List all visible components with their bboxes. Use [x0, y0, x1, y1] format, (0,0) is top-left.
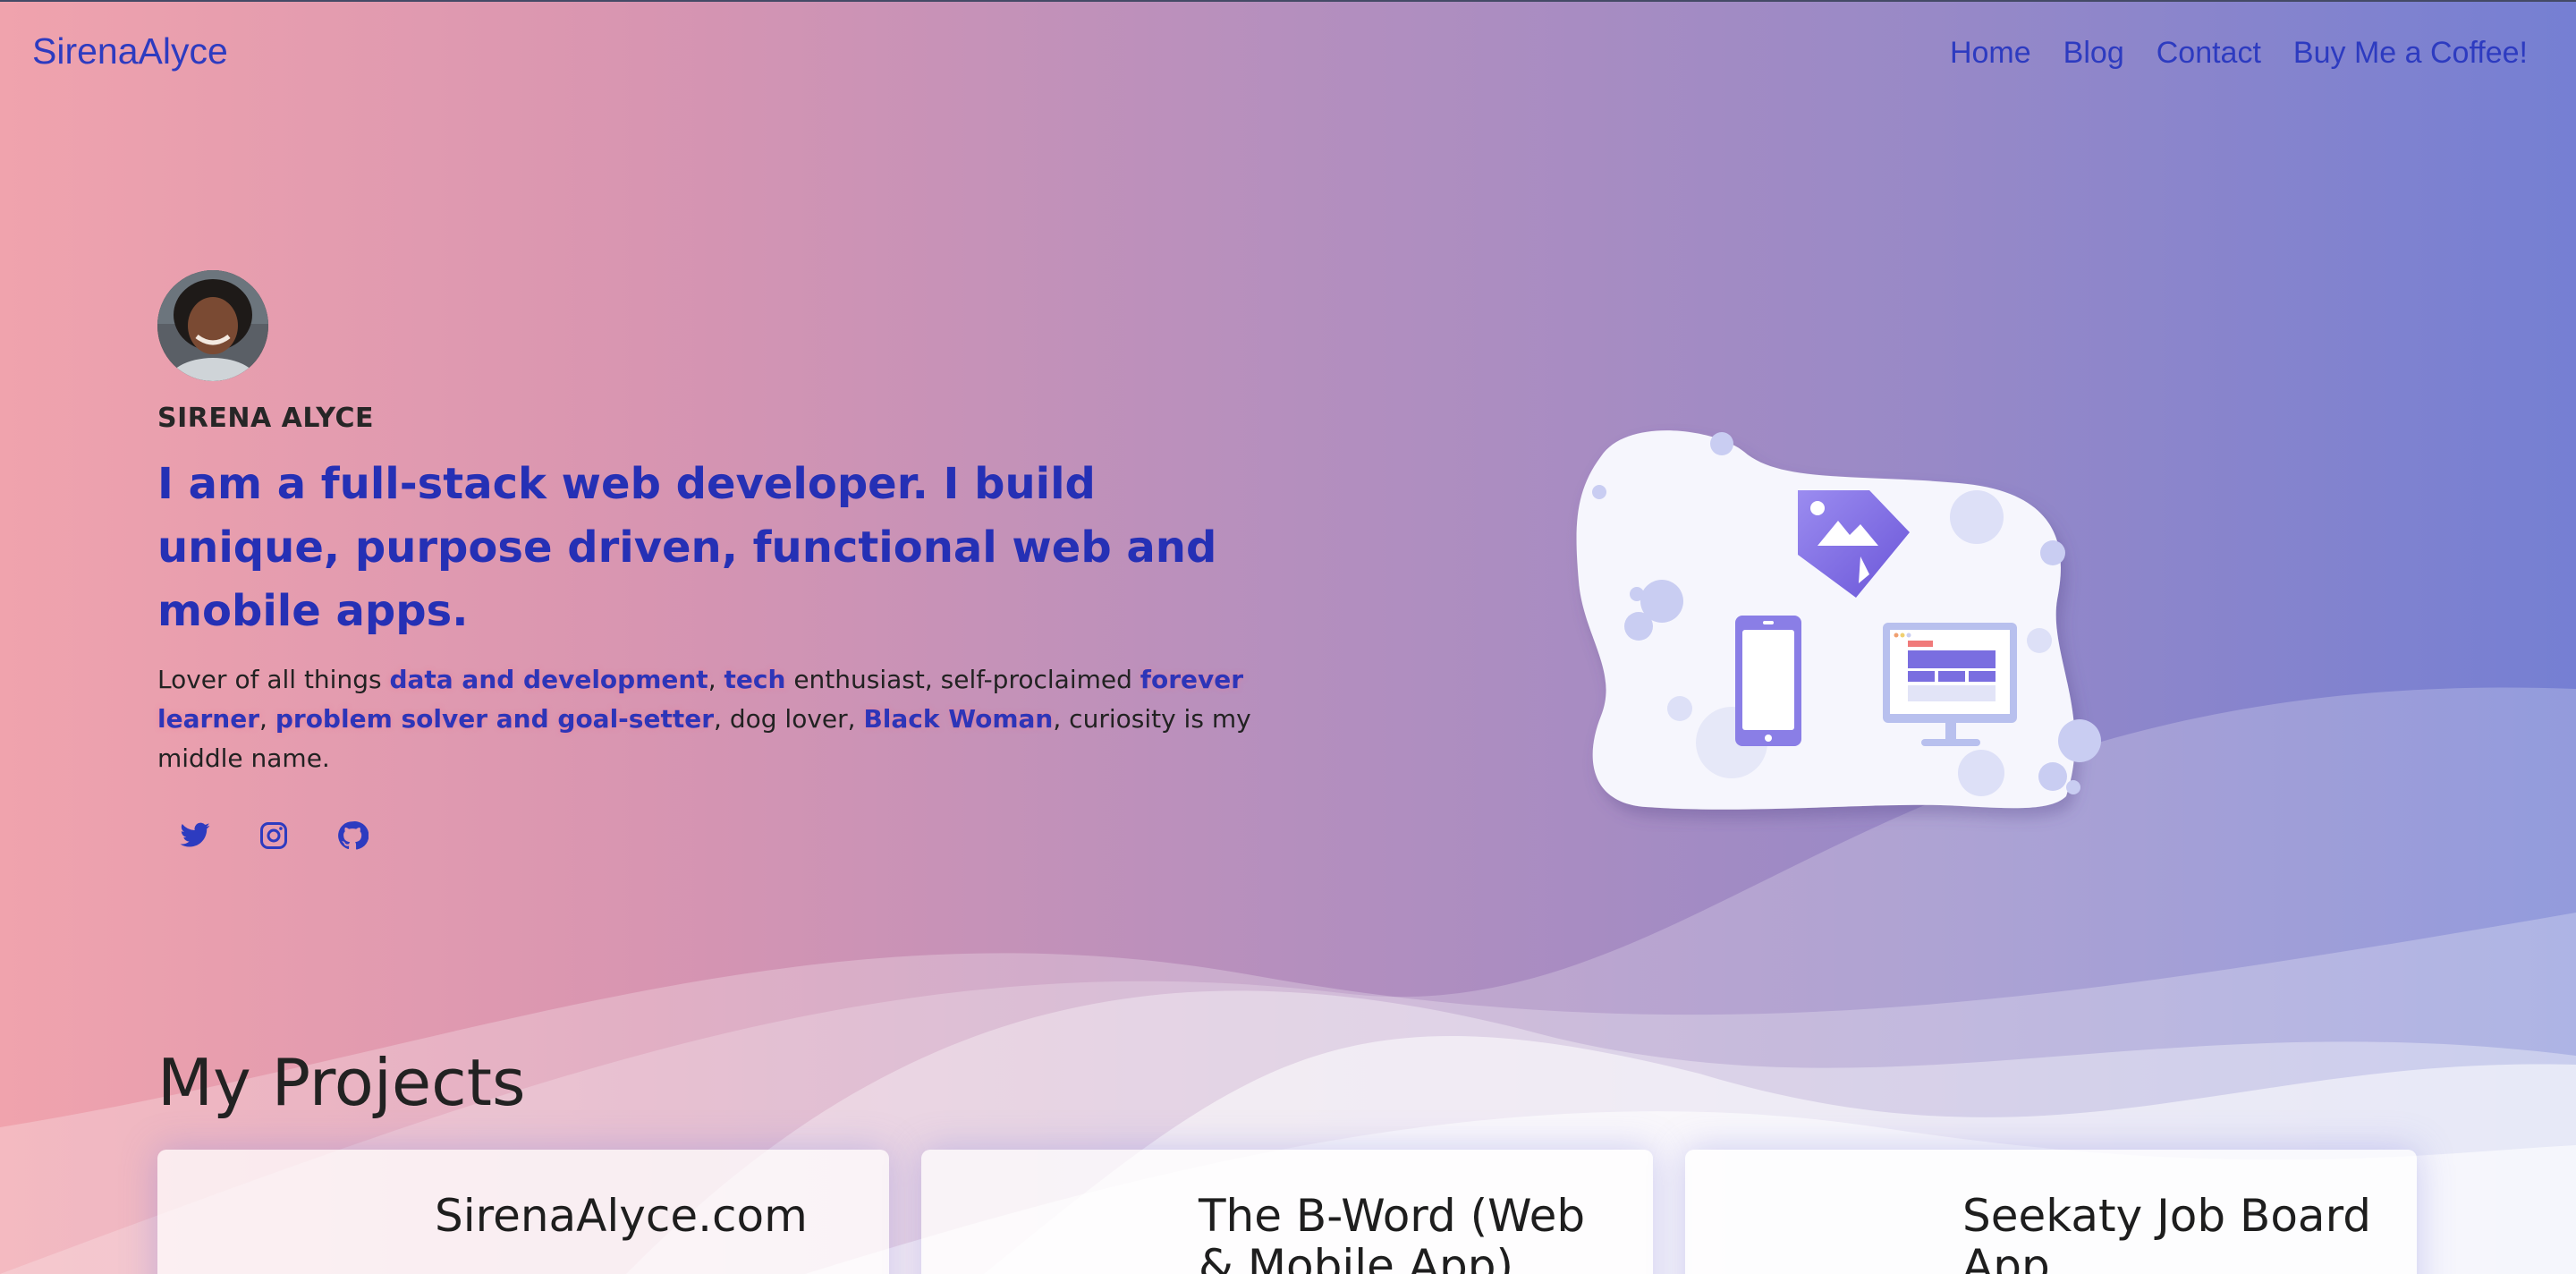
window-top-border — [0, 0, 2576, 2]
project-card-title: Seekaty Job Board App — [1962, 1190, 2371, 1274]
bio-text: , — [708, 665, 724, 694]
nav-blog-link[interactable]: Blog — [2063, 36, 2124, 71]
headline: I am a full-stack web developer. I build… — [157, 459, 1217, 636]
social-links — [179, 820, 369, 852]
owner-name: SIRENA ALYCE — [157, 403, 374, 434]
project-card[interactable]: SirenaAlyce.com — [157, 1150, 889, 1274]
bio-highlight: problem solver and goal-setter — [275, 704, 715, 734]
bio-highlight: tech — [724, 665, 786, 694]
nav-home-link[interactable]: Home — [1950, 36, 2031, 71]
bio-text: , — [259, 704, 275, 734]
bio-text: , dog lover, — [714, 704, 864, 734]
bio-text: enthusiast, self-proclaimed — [785, 665, 1140, 694]
brand-logo-link[interactable]: SirenaAlyce — [32, 30, 228, 72]
bio-highlight: data and development — [389, 665, 708, 694]
twitter-icon[interactable] — [179, 820, 211, 852]
hero-illustration — [1565, 420, 2156, 832]
avatar — [157, 270, 268, 381]
project-card-title: SirenaAlyce.com — [435, 1190, 808, 1242]
bio-highlight: Black Woman — [863, 704, 1054, 734]
nav-buy-coffee-link[interactable]: Buy Me a Coffee! — [2293, 36, 2528, 71]
nav-contact-link[interactable]: Contact — [2157, 36, 2261, 71]
bio-paragraph: Lover of all things data and development… — [157, 660, 1267, 778]
main-nav: Home Blog Contact Buy Me a Coffee! — [1950, 36, 2528, 71]
project-card[interactable]: The B-Word (Web & Mobile App) — [921, 1150, 1653, 1274]
projects-heading: My Projects — [157, 1045, 526, 1120]
project-card-title: The B-Word (Web & Mobile App) — [1199, 1190, 1586, 1274]
github-icon[interactable] — [336, 820, 369, 852]
instagram-icon[interactable] — [258, 820, 290, 852]
project-card[interactable]: Seekaty Job Board App — [1685, 1150, 2417, 1274]
bio-text: Lover of all things — [157, 665, 390, 694]
